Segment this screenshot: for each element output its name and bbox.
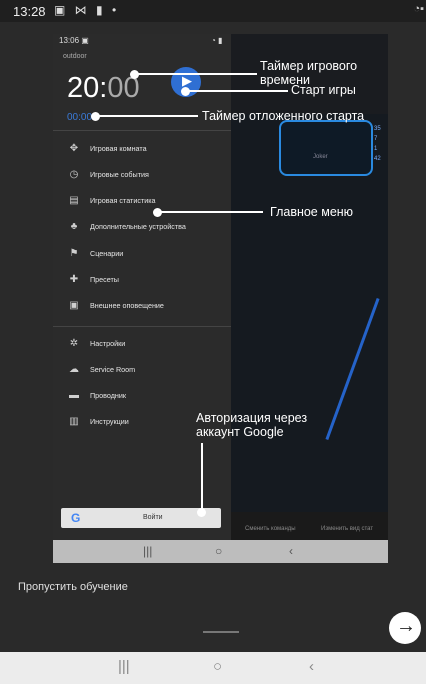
side-number: 7 <box>374 136 378 142</box>
menu-item[interactable]: ▥ Инструкции <box>67 415 129 429</box>
swap-teams-button[interactable]: Сменить команды <box>245 526 296 532</box>
home-icon: ○ <box>215 544 223 558</box>
chart-icon: ▤ <box>69 195 79 207</box>
annotation-google-auth: Авторизация через аккаунт Google <box>196 411 308 439</box>
status-notification-icons: ▣ ⋈ ▮ • <box>54 3 120 17</box>
menu-item-label: Игровая статистика <box>90 196 156 206</box>
google-signin-label: Войти <box>143 514 163 521</box>
flag-icon: ⚑ <box>69 247 79 259</box>
joystick-icon: ✥ <box>69 142 79 154</box>
status-signal-icons: ◔▪ <box>413 3 424 15</box>
bottom-actions: Сменить команды Изменить вид стат <box>231 512 388 540</box>
clock-icon: ◷ <box>69 168 79 180</box>
game-timer[interactable]: 20:00 <box>67 72 140 105</box>
side-number: 1 <box>374 146 378 152</box>
outer-nav-bar: ||| ○ ‹ <box>0 652 426 684</box>
menu-item-label: Дополнительные устройства <box>90 222 186 232</box>
menu-item[interactable]: ☁ Service Room <box>67 362 135 376</box>
inner-status-bar: 13:06 ▣ ◔ ▮ <box>53 34 231 48</box>
account-name: outdoor <box>63 53 87 60</box>
side-number: 42 <box>374 156 381 162</box>
annotation-main-menu: Главное меню <box>270 205 354 219</box>
player-card-label: Joker <box>313 154 328 160</box>
sheet-handle <box>203 631 239 633</box>
inner-nav-bar: ||| ○ ‹ <box>53 540 388 563</box>
devices-icon: ♣ <box>70 221 78 233</box>
annotation-line <box>96 115 198 117</box>
menu-item-label: Настройки <box>90 338 126 348</box>
recents-icon: ||| <box>143 544 153 558</box>
delayed-start-timer[interactable]: 00:00 <box>67 112 92 123</box>
annotation-delayed-start: Таймер отложенного старта <box>202 109 365 123</box>
back-icon: ‹ <box>289 544 293 558</box>
inner-status-icons: ◔ ▮ <box>211 36 223 45</box>
inner-status-time: 13:06 ▣ <box>59 36 89 45</box>
menu-item[interactable]: ◷ Игровые события <box>67 167 149 181</box>
menu-item[interactable]: ▣ Внешнее оповещение <box>67 299 164 313</box>
menu-item[interactable]: ▬ Проводник <box>67 389 126 403</box>
book-icon: ▥ <box>69 416 79 428</box>
menu-item[interactable]: ✥ Игровая комната <box>67 141 147 155</box>
annotation-line <box>201 443 203 513</box>
menu-item[interactable]: ✲ Настройки <box>67 336 125 350</box>
divider <box>53 326 231 327</box>
menu-item-label: Сценарии <box>90 248 124 258</box>
menu-item-label: Игровая комната <box>90 143 147 153</box>
annotation-start-game: Старт игры <box>291 83 356 97</box>
home-button[interactable]: ○ <box>213 658 222 675</box>
puzzle-icon: ✚ <box>69 274 79 285</box>
recents-button[interactable]: ||| <box>118 658 130 675</box>
folder-icon: ▬ <box>69 390 79 402</box>
menu-item-label: Инструкции <box>90 417 129 427</box>
back-button[interactable]: ‹ <box>309 658 314 675</box>
menu-item-label: Service Room <box>90 364 136 374</box>
menu-item[interactable]: ♣ Дополнительные устройства <box>67 220 186 234</box>
notification-icon: ▣ <box>69 300 79 312</box>
annotation-dot <box>197 508 206 517</box>
menu-item[interactable]: ✚ Пресеты <box>67 273 119 287</box>
google-icon: G <box>71 511 81 525</box>
timer-minutes: 20: <box>67 72 108 104</box>
player-card <box>279 120 373 176</box>
next-button[interactable]: → <box>389 612 421 644</box>
divider <box>53 130 231 131</box>
change-stats-view-button[interactable]: Изменить вид стат <box>321 526 373 532</box>
arrow-right-icon: → <box>396 615 416 637</box>
menu-item-label: Внешнее оповещение <box>90 301 164 311</box>
menu-item-label: Игровые события <box>90 169 149 179</box>
cloud-icon: ☁ <box>69 363 79 375</box>
skip-tutorial-button[interactable]: Пропустить обучение <box>18 581 128 593</box>
decorative-line <box>325 298 380 440</box>
menu-item-label: Пресеты <box>90 275 119 284</box>
status-time: 13:28 <box>13 4 46 19</box>
app-background: Joker 35 7 1 42 <box>231 34 388 512</box>
annotation-line <box>135 73 257 75</box>
outer-status-bar: 13:28 ▣ ⋈ ▮ • ◔▪ <box>0 0 426 22</box>
annotation-line <box>186 90 288 92</box>
menu-item-label: Проводник <box>90 391 127 401</box>
gear-icon: ✲ <box>69 337 79 349</box>
menu-item[interactable]: ⚑ Сценарии <box>67 246 124 260</box>
annotation-line <box>158 211 263 213</box>
menu-item[interactable]: ▤ Игровая статистика <box>67 194 156 208</box>
side-number: 35 <box>374 126 381 132</box>
